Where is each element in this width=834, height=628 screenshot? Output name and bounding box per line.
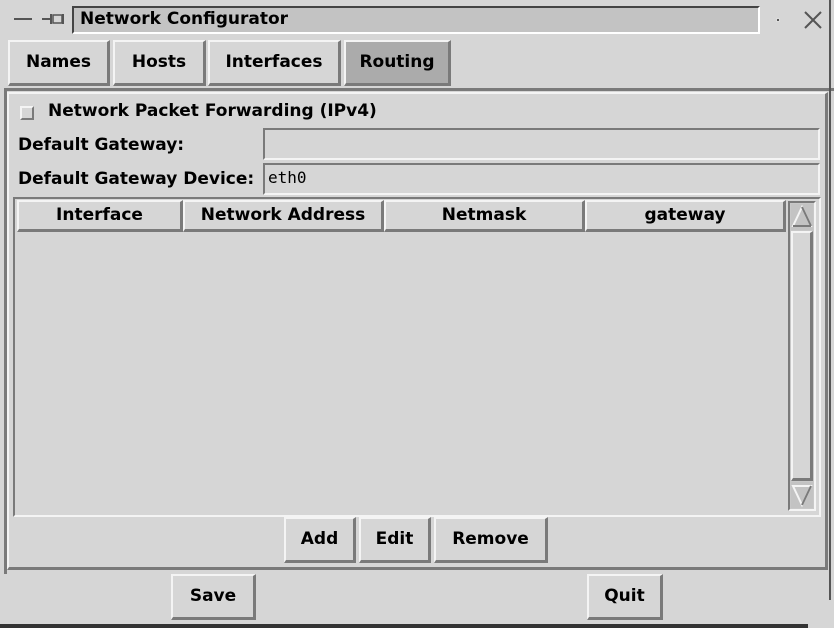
close-icon[interactable] [803,10,823,30]
title-bar: Network Configurator [0,0,834,36]
forwarding-row[interactable]: Network Packet Forwarding (IPv4) [20,98,377,124]
column-header-network-address[interactable]: Network Address [183,200,384,232]
add-button[interactable]: Add [284,517,356,563]
column-header-interface[interactable]: Interface [17,200,183,232]
save-button[interactable]: Save [171,574,256,620]
quit-button[interactable]: Quit [587,574,663,620]
default-gateway-device-input[interactable]: eth0 [263,163,820,195]
scroll-up-arrow-icon[interactable] [791,204,813,230]
default-gateway-device-label: Default Gateway Device: [18,169,255,189]
window-edge [829,0,831,600]
tab-interfaces[interactable]: Interfaces [208,40,341,86]
column-header-gateway[interactable]: gateway [585,200,786,232]
forwarding-label: Network Packet Forwarding (IPv4) [48,101,377,121]
tab-routing[interactable]: Routing [344,40,451,86]
window-title: Network Configurator [72,6,760,34]
routes-table[interactable] [13,197,821,517]
scroll-thumb[interactable] [791,231,813,481]
pin-icon[interactable] [42,11,66,27]
column-header-netmask[interactable]: Netmask [384,200,585,232]
tab-hosts[interactable]: Hosts [113,40,206,86]
tab-names[interactable]: Names [8,40,110,86]
default-gateway-label: Default Gateway: [18,135,185,155]
vertical-scrollbar[interactable] [788,201,816,511]
minimize-icon[interactable] [776,18,780,22]
default-gateway-input[interactable] [263,128,820,160]
scroll-down-arrow-icon[interactable] [791,482,813,508]
remove-button[interactable]: Remove [434,517,548,563]
forwarding-checkbox[interactable] [20,106,34,120]
window-menu-icon[interactable] [14,18,32,20]
window-edge-bottom [0,624,808,628]
edit-button[interactable]: Edit [359,517,431,563]
